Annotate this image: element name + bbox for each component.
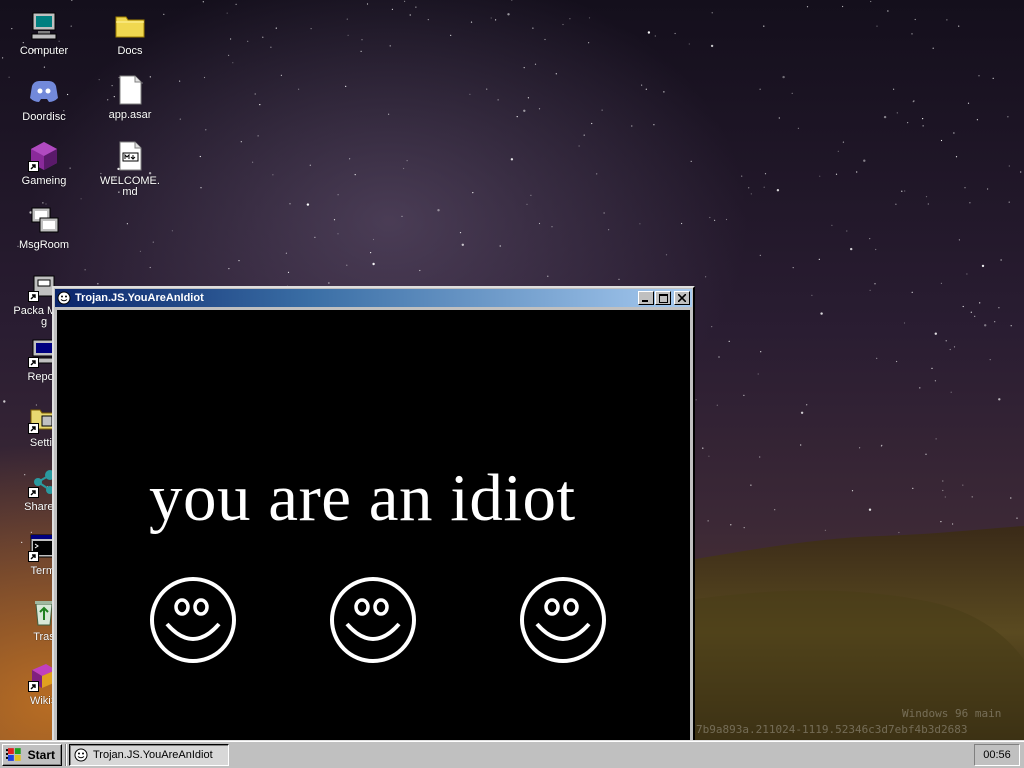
smiley-icon bbox=[74, 748, 88, 762]
windows-logo-icon bbox=[6, 748, 21, 761]
desktop-icon-label: Docs bbox=[117, 45, 143, 57]
close-icon bbox=[678, 294, 686, 302]
window-content: you are an idiot bbox=[57, 310, 690, 744]
desktop-icon-label: Computer bbox=[19, 45, 69, 57]
system-tray-clock[interactable]: 00:56 bbox=[974, 744, 1020, 766]
shortcut-arrow-icon bbox=[28, 487, 39, 498]
desktop-icon-computer[interactable]: Computer bbox=[12, 10, 76, 57]
smiley-face-icon bbox=[150, 577, 236, 663]
clock-text: 00:56 bbox=[983, 749, 1011, 761]
shortcut-arrow-icon bbox=[28, 357, 39, 368]
taskbar: Start Trojan.JS.YouAreAnIdiot 00:56 bbox=[0, 740, 1024, 768]
window-title: Trojan.JS.YouAreAnIdiot bbox=[75, 292, 204, 304]
minimize-button[interactable] bbox=[638, 291, 654, 305]
desktop-icon-welcome-md[interactable]: WELCOME.md bbox=[98, 140, 162, 198]
window-titlebar[interactable]: Trojan.JS.YouAreAnIdiot bbox=[55, 289, 692, 307]
watermark-line1: Windows 96 main bbox=[902, 707, 1002, 720]
start-button[interactable]: Start bbox=[2, 744, 62, 766]
close-button[interactable] bbox=[674, 291, 690, 305]
smiley-face-icon bbox=[520, 577, 606, 663]
desktop-icon-doordisc[interactable]: Doordisc bbox=[12, 76, 76, 123]
taskbar-separator bbox=[65, 744, 67, 766]
desktop-icon-app-asar[interactable]: app.asar bbox=[98, 74, 162, 121]
markdown-file-icon bbox=[114, 140, 146, 172]
smiley-face-icon bbox=[330, 577, 416, 663]
folder-icon bbox=[114, 10, 146, 42]
maximize-button[interactable] bbox=[655, 291, 671, 305]
desktop-icon-gameing[interactable]: Gameing bbox=[12, 140, 76, 187]
file-icon bbox=[114, 74, 146, 106]
game-cube-icon bbox=[28, 140, 60, 172]
build-watermark: Windows 96 main 7b9a893a.211024-1119.523… bbox=[694, 706, 1024, 738]
desktop-icon-label: WELCOME.md bbox=[100, 175, 160, 198]
desktop-icon-docs[interactable]: Docs bbox=[98, 10, 162, 57]
smiley-icon bbox=[57, 291, 71, 305]
shortcut-arrow-icon bbox=[28, 423, 39, 434]
desktop-icon-label: Doordisc bbox=[22, 111, 66, 123]
shortcut-arrow-icon bbox=[28, 161, 39, 172]
desktop-icon-label: Gameing bbox=[21, 175, 67, 187]
desktop-icon-msgroom[interactable]: MsgRoom bbox=[12, 204, 76, 251]
watermark-line2: 7b9a893a.211024-1119.52346c3d7ebf4b3d268… bbox=[696, 723, 968, 736]
chat-computer-icon bbox=[28, 204, 60, 236]
minimize-icon bbox=[642, 300, 648, 302]
shortcut-arrow-icon bbox=[28, 551, 39, 562]
desktop-icon-label: MsgRoom bbox=[18, 239, 70, 251]
start-label: Start bbox=[27, 748, 55, 762]
computer-icon bbox=[28, 10, 60, 42]
idiot-message: you are an idiot bbox=[149, 461, 576, 535]
discord-icon bbox=[28, 76, 60, 108]
maximize-icon bbox=[658, 293, 668, 303]
trojan-window[interactable]: Trojan.JS.YouAreAnIdiot you are an idiot bbox=[52, 286, 695, 746]
taskbar-window-button[interactable]: Trojan.JS.YouAreAnIdiot bbox=[69, 744, 229, 766]
taskbar-window-label: Trojan.JS.YouAreAnIdiot bbox=[93, 749, 213, 761]
shortcut-arrow-icon bbox=[28, 291, 39, 302]
shortcut-arrow-icon bbox=[28, 681, 39, 692]
desktop-icon-label: app.asar bbox=[108, 109, 152, 121]
